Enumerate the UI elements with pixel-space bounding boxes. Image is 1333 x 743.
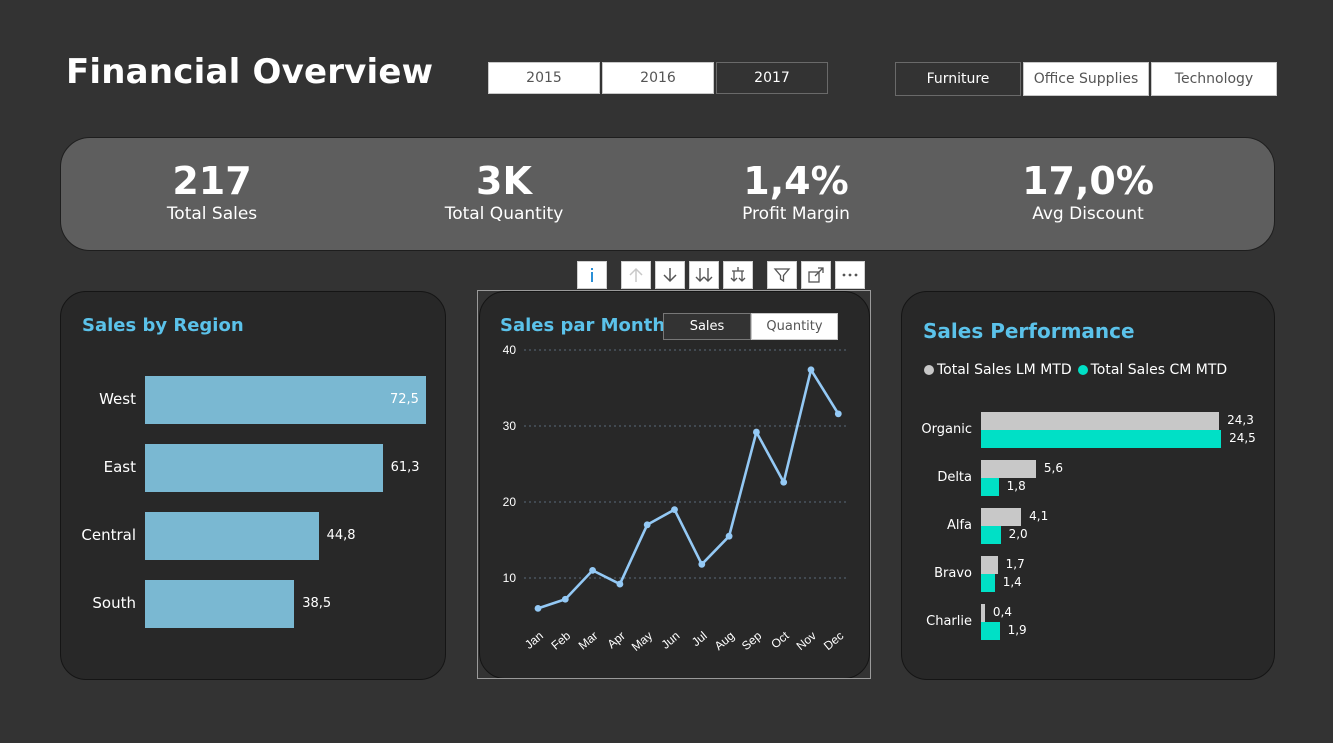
performance-data-label: 1,8 <box>1006 479 1026 493</box>
kpi-label: Avg Discount <box>1032 204 1144 224</box>
category-slicer: Furniture Office Supplies Technology <box>895 62 1279 96</box>
region-data-label: 44,8 <box>326 528 356 543</box>
chart-legend: Total Sales LM MTD Total Sales CM MTD <box>924 362 1227 378</box>
region-bar[interactable] <box>145 580 295 628</box>
lm-mtd-bar[interactable] <box>981 412 1220 430</box>
category-technology-button[interactable]: Technology <box>1151 62 1277 96</box>
page-title: Financial Overview <box>66 52 434 92</box>
region-category-label: West <box>99 390 136 408</box>
kpi-value: 3K <box>476 159 532 203</box>
performance-data-label: 5,6 <box>1043 461 1063 475</box>
card-title: Sales Performance <box>923 319 1135 343</box>
region-category-label: South <box>92 594 136 612</box>
region-data-label: 72,5 <box>390 392 419 407</box>
lm-mtd-bar[interactable] <box>981 604 985 622</box>
legend-swatch-cm <box>1077 365 1088 375</box>
kpi-value: 17,0% <box>1022 159 1154 203</box>
kpi-value: 217 <box>172 159 252 203</box>
more-options-icon[interactable] <box>835 261 865 289</box>
performance-data-label: 0,4 <box>992 605 1012 619</box>
info-icon[interactable] <box>577 261 607 289</box>
expand-all-down-icon[interactable] <box>689 261 719 289</box>
cm-mtd-bar[interactable] <box>981 526 1001 544</box>
region-category-label: Central <box>81 526 136 544</box>
year-2017-button[interactable]: 2017 <box>716 62 828 94</box>
performance-category-label: Alfa <box>946 518 972 533</box>
legend-label-cm[interactable]: Total Sales CM MTD <box>1091 362 1228 378</box>
performance-category-label: Organic <box>921 422 972 437</box>
expand-hierarchy-icon[interactable] <box>723 261 753 289</box>
region-data-label: 38,5 <box>302 596 332 611</box>
category-office-supplies-button[interactable]: Office Supplies <box>1023 62 1149 96</box>
performance-data-label: 1,7 <box>1005 557 1025 571</box>
kpi-total-sales: 217 Total Sales <box>82 158 342 224</box>
region-category-label: East <box>103 458 136 476</box>
drill-down-icon[interactable] <box>655 261 685 289</box>
performance-category-label: Bravo <box>934 566 972 581</box>
performance-data-label: 1,9 <box>1007 623 1027 637</box>
lm-mtd-bar[interactable] <box>981 460 1036 478</box>
cm-mtd-bar[interactable] <box>981 574 995 592</box>
lm-mtd-bar[interactable] <box>981 508 1022 526</box>
region-bar[interactable] <box>145 512 319 560</box>
kpi-band: 217 Total Sales 3K Total Quantity 1,4% P… <box>60 137 1275 251</box>
kpi-label: Profit Margin <box>742 204 850 224</box>
visual-header-toolbar <box>577 261 869 289</box>
performance-data-label: 24,3 <box>1227 413 1254 427</box>
sales-by-region-card[interactable]: Sales by Region West 72,5 East 61,3 Central 4… <box>60 291 446 680</box>
cm-mtd-bar[interactable] <box>981 430 1222 448</box>
focus-mode-icon[interactable] <box>801 261 831 289</box>
region-data-label: 61,3 <box>390 460 420 475</box>
kpi-total-quantity: 3K Total Quantity <box>374 158 634 224</box>
kpi-label: Total Sales <box>166 204 258 224</box>
year-2015-button[interactable]: 2015 <box>488 62 600 94</box>
lm-mtd-bar[interactable] <box>981 556 998 574</box>
performance-data-label: 4,1 <box>1029 509 1049 523</box>
performance-data-label: 2,0 <box>1008 527 1028 541</box>
year-slicer: 2015 2016 2017 <box>488 62 830 94</box>
kpi-label: Total Quantity <box>444 204 564 224</box>
performance-data-label: 1,4 <box>1002 575 1022 589</box>
region-bar[interactable] <box>145 376 426 424</box>
drill-up-icon[interactable] <box>621 261 651 289</box>
legend-swatch-lm <box>924 365 934 375</box>
cm-mtd-bar[interactable] <box>981 478 999 496</box>
cm-mtd-bar[interactable] <box>981 622 1000 640</box>
region-bar[interactable] <box>145 444 383 492</box>
kpi-avg-discount: 17,0% Avg Discount <box>958 158 1218 224</box>
category-furniture-button[interactable]: Furniture <box>895 62 1021 96</box>
performance-category-label: Charlie <box>926 614 972 629</box>
performance-category-label: Delta <box>937 470 972 485</box>
filter-icon[interactable] <box>767 261 797 289</box>
kpi-profit-margin: 1,4% Profit Margin <box>666 158 926 224</box>
card-title: Sales by Region <box>82 315 244 336</box>
performance-data-label: 24,5 <box>1229 431 1256 445</box>
kpi-value: 1,4% <box>743 159 849 203</box>
year-2016-button[interactable]: 2016 <box>602 62 714 94</box>
sales-performance-card[interactable]: Sales Performance Total Sales LM MTD Tot… <box>901 291 1275 680</box>
legend-label-lm[interactable]: Total Sales LM MTD <box>937 362 1072 378</box>
selected-visual-frame <box>477 290 871 679</box>
